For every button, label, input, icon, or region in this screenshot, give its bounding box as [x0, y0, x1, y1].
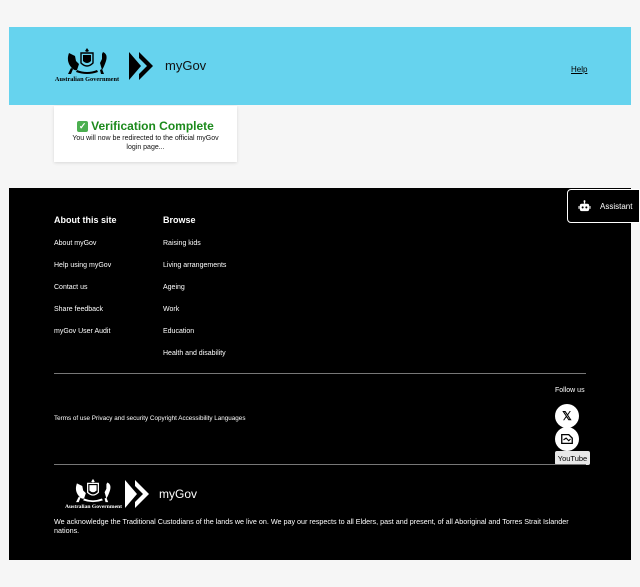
footer-divider [54, 373, 586, 374]
footer-link-education[interactable]: Education [163, 328, 194, 335]
footer-link-share-feedback[interactable]: Share feedback [54, 306, 103, 313]
australian-government-logo[interactable]: Australian Government [54, 47, 120, 85]
footer-gov-logo-text: Australian Government [65, 504, 123, 510]
footer-link-contact-us[interactable]: Contact us [54, 284, 87, 291]
browse-section-title: Browse [163, 215, 196, 225]
verification-card: ✓ Verification Complete You will now be … [54, 106, 237, 162]
languages-link[interactable]: Languages [214, 415, 245, 422]
footer-link-about-mygov[interactable]: About myGov [54, 240, 96, 247]
verification-title-row: ✓ Verification Complete [54, 119, 237, 133]
footer-link-work[interactable]: Work [163, 306, 179, 313]
acknowledgement-text: We acknowledge the Traditional Custodian… [54, 517, 569, 535]
assistant-label: Assistant [600, 201, 633, 211]
copyright-link[interactable]: Copyright [150, 415, 177, 422]
gov-logo-text: Australian Government [54, 76, 120, 83]
verification-message: You will now be redirected to the offici… [72, 135, 219, 151]
footer-link-help-using-mygov[interactable]: Help using myGov [54, 262, 111, 269]
site-footer: About this site About myGov Help using m… [9, 188, 631, 560]
site-header: Australian Government myGov Help [9, 27, 631, 105]
broken-image-social-icon[interactable] [555, 427, 579, 451]
footer-link-living-arrangements[interactable]: Living arrangements [163, 262, 226, 269]
mygov-logo-icon[interactable] [127, 50, 157, 82]
footer-link-user-audit[interactable]: myGov User Audit [54, 328, 110, 335]
footer-mygov-brand-text: myGov [159, 487, 198, 501]
footer-link-health-disability[interactable]: Health and disability [163, 350, 226, 357]
coat-of-arms-icon [67, 48, 107, 74]
footer-link-ageing[interactable]: Ageing [163, 284, 185, 291]
accessibility-link[interactable]: Accessibility [178, 415, 212, 422]
footer-mygov-logo-icon[interactable] [123, 478, 153, 510]
check-mark-icon: ✓ [77, 120, 89, 132]
help-link[interactable]: Help [571, 65, 587, 74]
bot-icon [578, 199, 591, 211]
follow-us-label: Follow us [555, 387, 585, 394]
footer-coat-of-arms-icon [75, 478, 111, 503]
footer-australian-government-logo[interactable]: Australian Government [65, 478, 123, 512]
verification-title: Verification Complete [91, 119, 214, 133]
footer-divider-bottom [54, 464, 586, 465]
legal-links: Terms of use Privacy and security Copyri… [54, 415, 245, 422]
assistant-button[interactable]: Assistant [567, 189, 640, 223]
mygov-brand-text: myGov [165, 58, 207, 73]
youtube-link[interactable]: YouTube [555, 451, 590, 465]
terms-of-use-link[interactable]: Terms of use [54, 415, 90, 422]
footer-link-raising-kids[interactable]: Raising kids [163, 240, 201, 247]
x-social-icon[interactable]: 𝕏 [555, 404, 579, 428]
privacy-security-link[interactable]: Privacy and security [92, 415, 148, 422]
about-section-title: About this site [54, 215, 117, 225]
